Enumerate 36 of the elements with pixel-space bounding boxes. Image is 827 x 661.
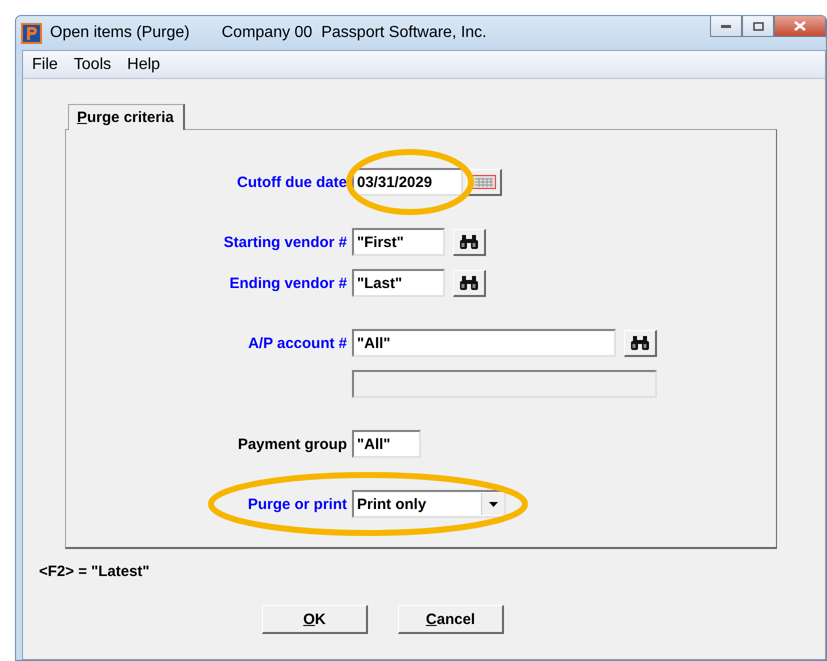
- vendor-field[interactable]: "First": [352, 228, 445, 256]
- close-button[interactable]: [774, 16, 826, 37]
- menu-item[interactable]: Help: [120, 56, 170, 74]
- menu-item[interactable]: Tools: [66, 56, 120, 74]
- binoculars-icon: [630, 336, 650, 350]
- ok-button[interactable]: OK: [262, 605, 368, 634]
- caret-icon: [488, 502, 498, 506]
- field-label: Purge or print: [248, 496, 347, 512]
- lookup-button[interactable]: [453, 228, 486, 256]
- binoculars-icon: [459, 234, 479, 248]
- date-field[interactable]: 03/31/2029: [352, 168, 463, 196]
- restore-button[interactable]: [742, 16, 774, 37]
- field-label: A/P account #: [248, 334, 347, 352]
- restore-icon: [752, 22, 764, 30]
- close-icon: [794, 21, 806, 31]
- account-field[interactable]: "All": [352, 329, 616, 357]
- minimize-button[interactable]: [710, 16, 742, 37]
- field-label: Cutoff due date: [237, 174, 347, 190]
- window-title: Open items (Purge): [50, 24, 190, 42]
- payment-group-field[interactable]: "All": [352, 430, 421, 458]
- lookup-button[interactable]: [453, 270, 486, 296]
- lookup-button[interactable]: [624, 330, 657, 356]
- menu-item[interactable]: File: [25, 56, 67, 74]
- field-label: Payment group: [238, 436, 347, 452]
- binoculars-icon: [459, 276, 479, 290]
- vendor-field[interactable]: "Last": [352, 269, 445, 297]
- field-label: Ending vendor #: [229, 274, 347, 292]
- company-name: Company 00 Passport Software, Inc.: [222, 24, 487, 42]
- purge-dropdown[interactable]: Print only: [352, 490, 506, 518]
- minimize-icon: [721, 24, 731, 28]
- tab[interactable]: Purge criteria: [68, 104, 185, 130]
- app-logo-icon: [21, 22, 42, 44]
- cancel-button[interactable]: Cancel: [398, 605, 504, 634]
- calendar-icon: [472, 174, 496, 188]
- hint-text: <F2> = "Latest": [39, 563, 151, 580]
- field-label: Starting vendor #: [224, 234, 347, 250]
